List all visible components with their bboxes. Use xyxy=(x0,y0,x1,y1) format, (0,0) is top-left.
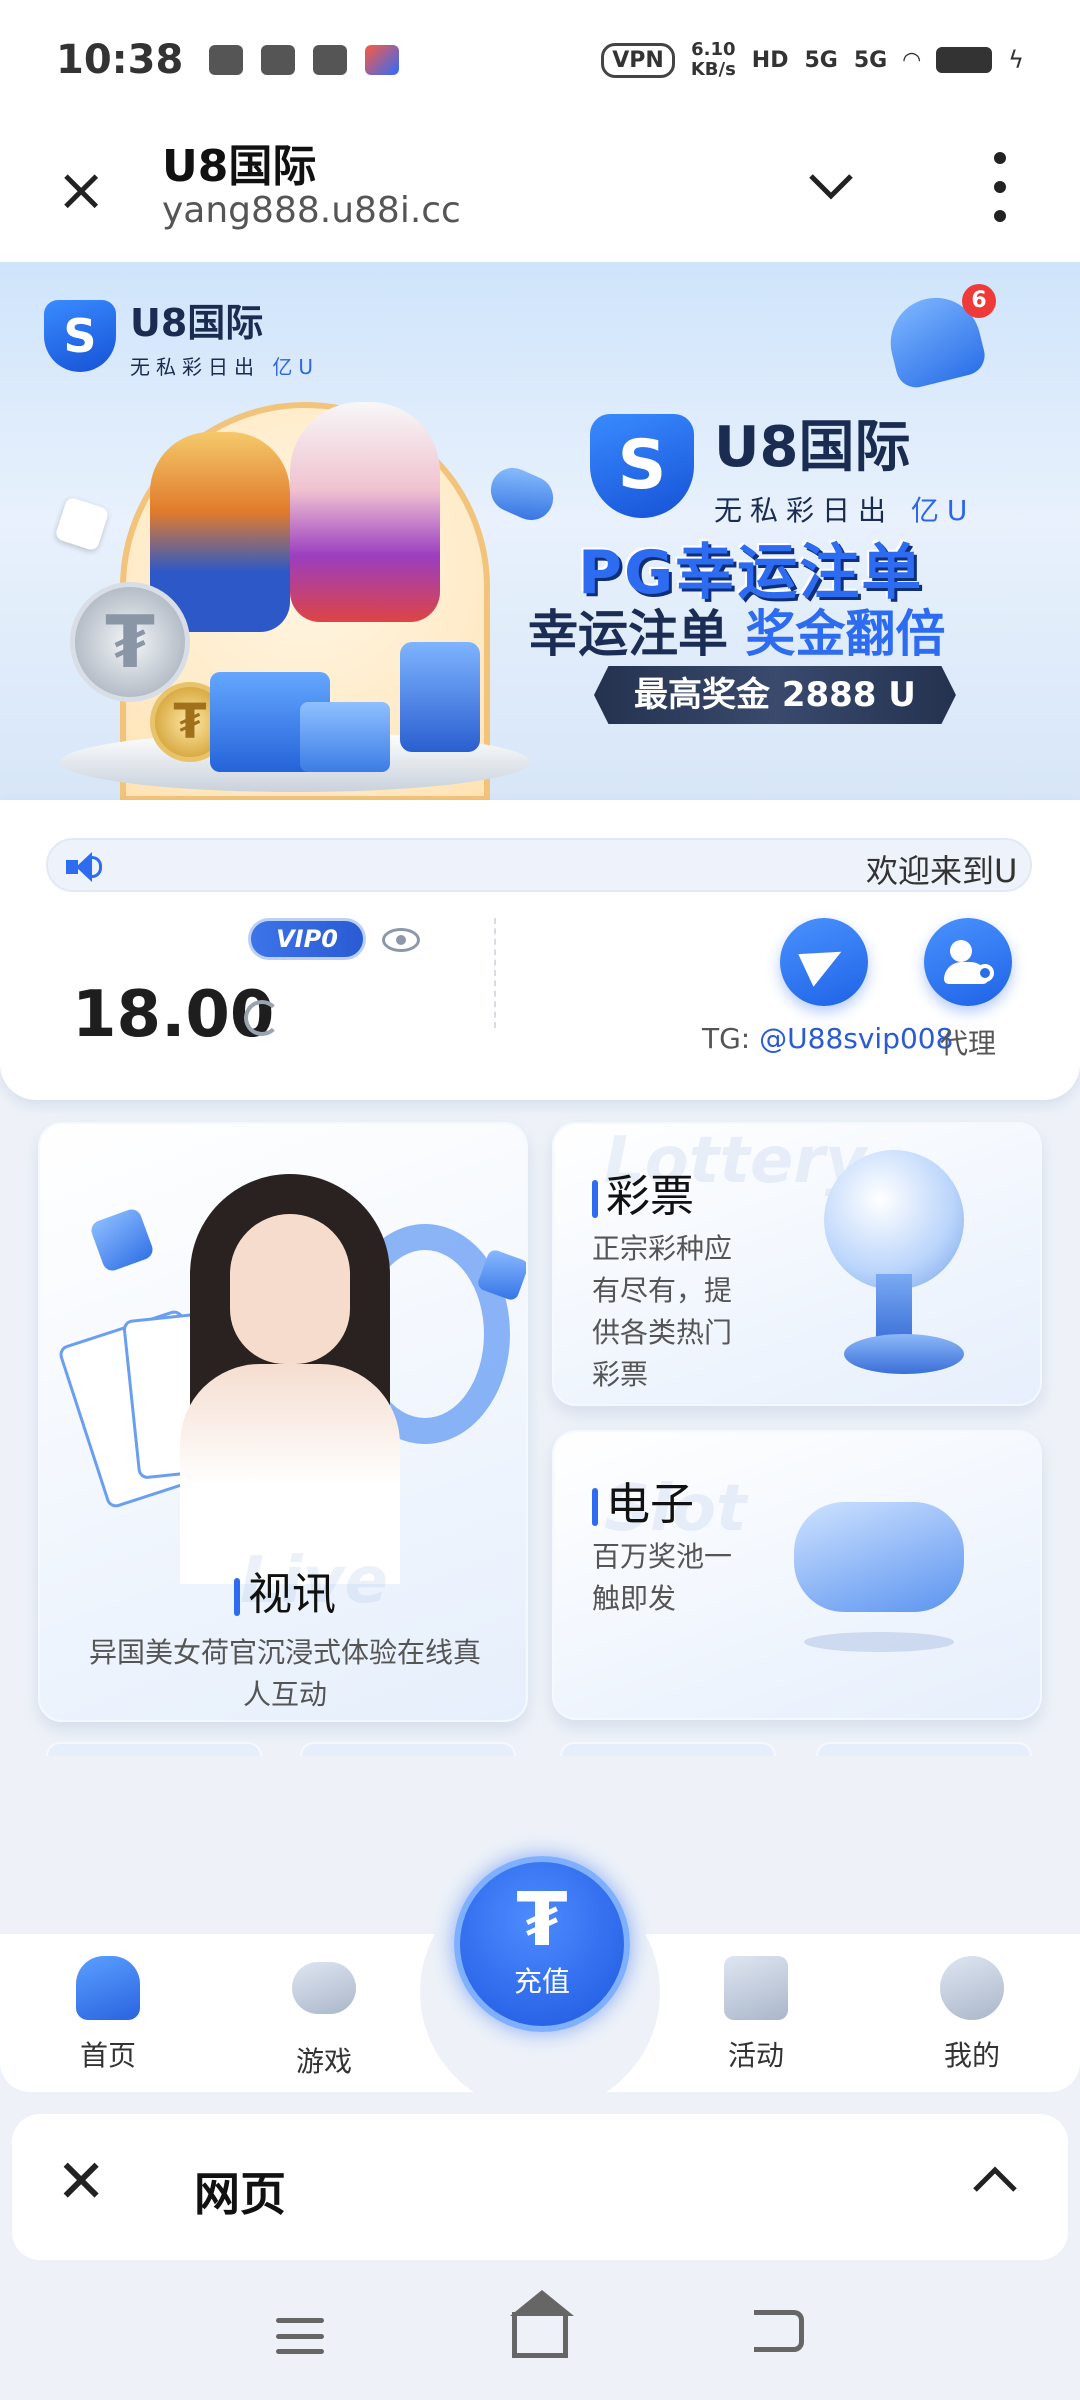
dice-icon xyxy=(54,496,110,552)
more-card-peek[interactable] xyxy=(560,1742,776,1756)
close-icon[interactable]: ✕ xyxy=(56,2152,106,2212)
tab-games[interactable]: 游戏 xyxy=(264,1956,384,2080)
live-casino-card[interactable]: Live 视讯 异国美女荷官沉浸式体验在线真人互动 xyxy=(38,1122,528,1722)
home-nav-icon[interactable] xyxy=(512,2312,568,2358)
live-description: 异国美女荷官沉浸式体验在线真人互动 xyxy=(88,1636,481,1711)
divider xyxy=(494,918,496,1028)
close-icon[interactable]: × xyxy=(56,160,116,220)
promo-subline: 幸运注单 奖金翻倍 xyxy=(528,605,946,663)
status-bar: 10:38 VPN 6.10 KB/s HD 5G 5G ◠ ϟ xyxy=(0,0,1080,120)
tether-coin-icon: ₮ xyxy=(70,582,190,702)
banner-brand-logo: S U8国际 无私彩日出 亿U xyxy=(590,402,975,529)
vpn-icon: VPN xyxy=(601,42,675,78)
dice-icon xyxy=(88,1206,156,1274)
recent-apps-icon[interactable] xyxy=(276,2318,324,2354)
lottery-title: 彩票 xyxy=(592,1160,752,1224)
alipay-icon xyxy=(261,45,296,75)
system-navigation-bar xyxy=(0,2260,1080,2400)
shield-logo-icon: S xyxy=(590,413,694,518)
notification-icons xyxy=(209,45,400,75)
tether-icon: ₮ xyxy=(516,1877,568,1963)
wifi-icon: ◠ xyxy=(903,47,921,73)
lottery-description: 正宗彩种应有尽有，提供各类热门彩票 xyxy=(592,1232,733,1391)
back-icon[interactable] xyxy=(754,2310,804,2352)
promo-banner[interactable]: S U8国际 无私彩日出 亿U 6 ₮ ₮ S U8国际 无私彩日出 亿U PG… xyxy=(0,262,1080,800)
wechat-icon xyxy=(209,45,244,75)
refresh-icon[interactable] xyxy=(244,1000,280,1036)
speaker-icon xyxy=(66,850,102,884)
notification-bell-icon[interactable]: 6 xyxy=(880,284,996,394)
game-app-icon xyxy=(365,45,400,75)
live-title: 视讯 xyxy=(40,1558,526,1622)
slot-machine-icon xyxy=(400,642,480,752)
home-icon xyxy=(76,1956,140,2020)
signal-2-icon: 5G xyxy=(853,47,888,73)
chevron-down-icon[interactable] xyxy=(808,164,854,210)
vip-badge: VIP0 xyxy=(248,918,366,960)
agent-label: 代理 xyxy=(940,1027,997,1060)
deposit-button[interactable]: ₮ 充值 xyxy=(454,1856,630,2032)
telegram-handle: @U88svip008 xyxy=(759,1022,954,1055)
shield-logo-icon: S xyxy=(44,300,116,372)
clock: 10:38 xyxy=(56,37,184,83)
eye-icon[interactable] xyxy=(382,928,420,952)
agent-icon xyxy=(950,940,972,962)
profile-icon xyxy=(940,1956,1004,2020)
net-speed: 6.10 KB/s xyxy=(690,39,736,80)
tab-events[interactable]: 活动 xyxy=(696,1956,816,2074)
more-card-peek[interactable] xyxy=(816,1742,1032,1756)
slot-games-card[interactable]: Slot 电子 百万奖池一触即发 xyxy=(552,1430,1042,1720)
chevron-up-icon[interactable] xyxy=(972,2154,1018,2205)
tab-me[interactable]: 我的 xyxy=(912,1956,1032,2074)
gamepad-icon xyxy=(483,460,561,528)
notification-badge: 6 xyxy=(962,284,996,318)
more-card-peek[interactable] xyxy=(300,1742,516,1756)
more-menu-icon[interactable] xyxy=(990,152,1010,222)
webpage-toolbar: ✕ 网页 xyxy=(12,2114,1068,2260)
app-notification-icon xyxy=(313,45,348,75)
gift-box-icon xyxy=(300,702,390,772)
agent-button[interactable] xyxy=(924,918,1012,1006)
hd-icon: HD xyxy=(751,47,789,73)
announcement-text: 欢迎来到U xyxy=(866,852,1018,890)
account-card: 欢迎来到U VIP0 18.00 TG: @U88svip008 代理 xyxy=(0,800,1080,1100)
mascot-rabbit-image xyxy=(290,402,440,622)
slot-title: 电子 xyxy=(592,1468,752,1532)
page-title: U8国际 xyxy=(162,141,317,192)
lottery-machine-icon xyxy=(824,1150,964,1290)
lottery-card[interactable]: Lottery 彩票 正宗彩种应有尽有，提供各类热门彩票 xyxy=(552,1122,1042,1406)
browser-header: × U8国际 yang888.u88i.cc xyxy=(0,120,1080,262)
gamepad-icon xyxy=(794,1502,964,1612)
battery-icon xyxy=(936,47,993,73)
gamepad-icon xyxy=(292,1962,356,2014)
tab-home[interactable]: 首页 xyxy=(48,1956,168,2074)
webpage-label: 网页 xyxy=(194,2167,286,2221)
telegram-icon xyxy=(798,937,850,987)
brand-logo: S U8国际 无私彩日出 亿U xyxy=(44,292,319,380)
page-url: yang888.u88i.cc xyxy=(162,190,461,231)
telegram-contact[interactable]: TG: @U88svip008 xyxy=(702,1022,953,1055)
system-indicators: VPN 6.10 KB/s HD 5G 5G ◠ ϟ xyxy=(601,40,1024,80)
more-card-peek[interactable] xyxy=(46,1742,262,1756)
announcement-marquee[interactable]: 欢迎来到U xyxy=(46,838,1032,892)
promo-max-bonus: 最高奖金 2888 U xyxy=(594,666,956,724)
charging-icon: ϟ xyxy=(1008,46,1024,74)
slot-description: 百万奖池一触即发 xyxy=(592,1540,733,1615)
signal-1-icon: 5G xyxy=(804,47,838,73)
gift-icon xyxy=(724,1956,788,2020)
telegram-button[interactable] xyxy=(780,918,868,1006)
